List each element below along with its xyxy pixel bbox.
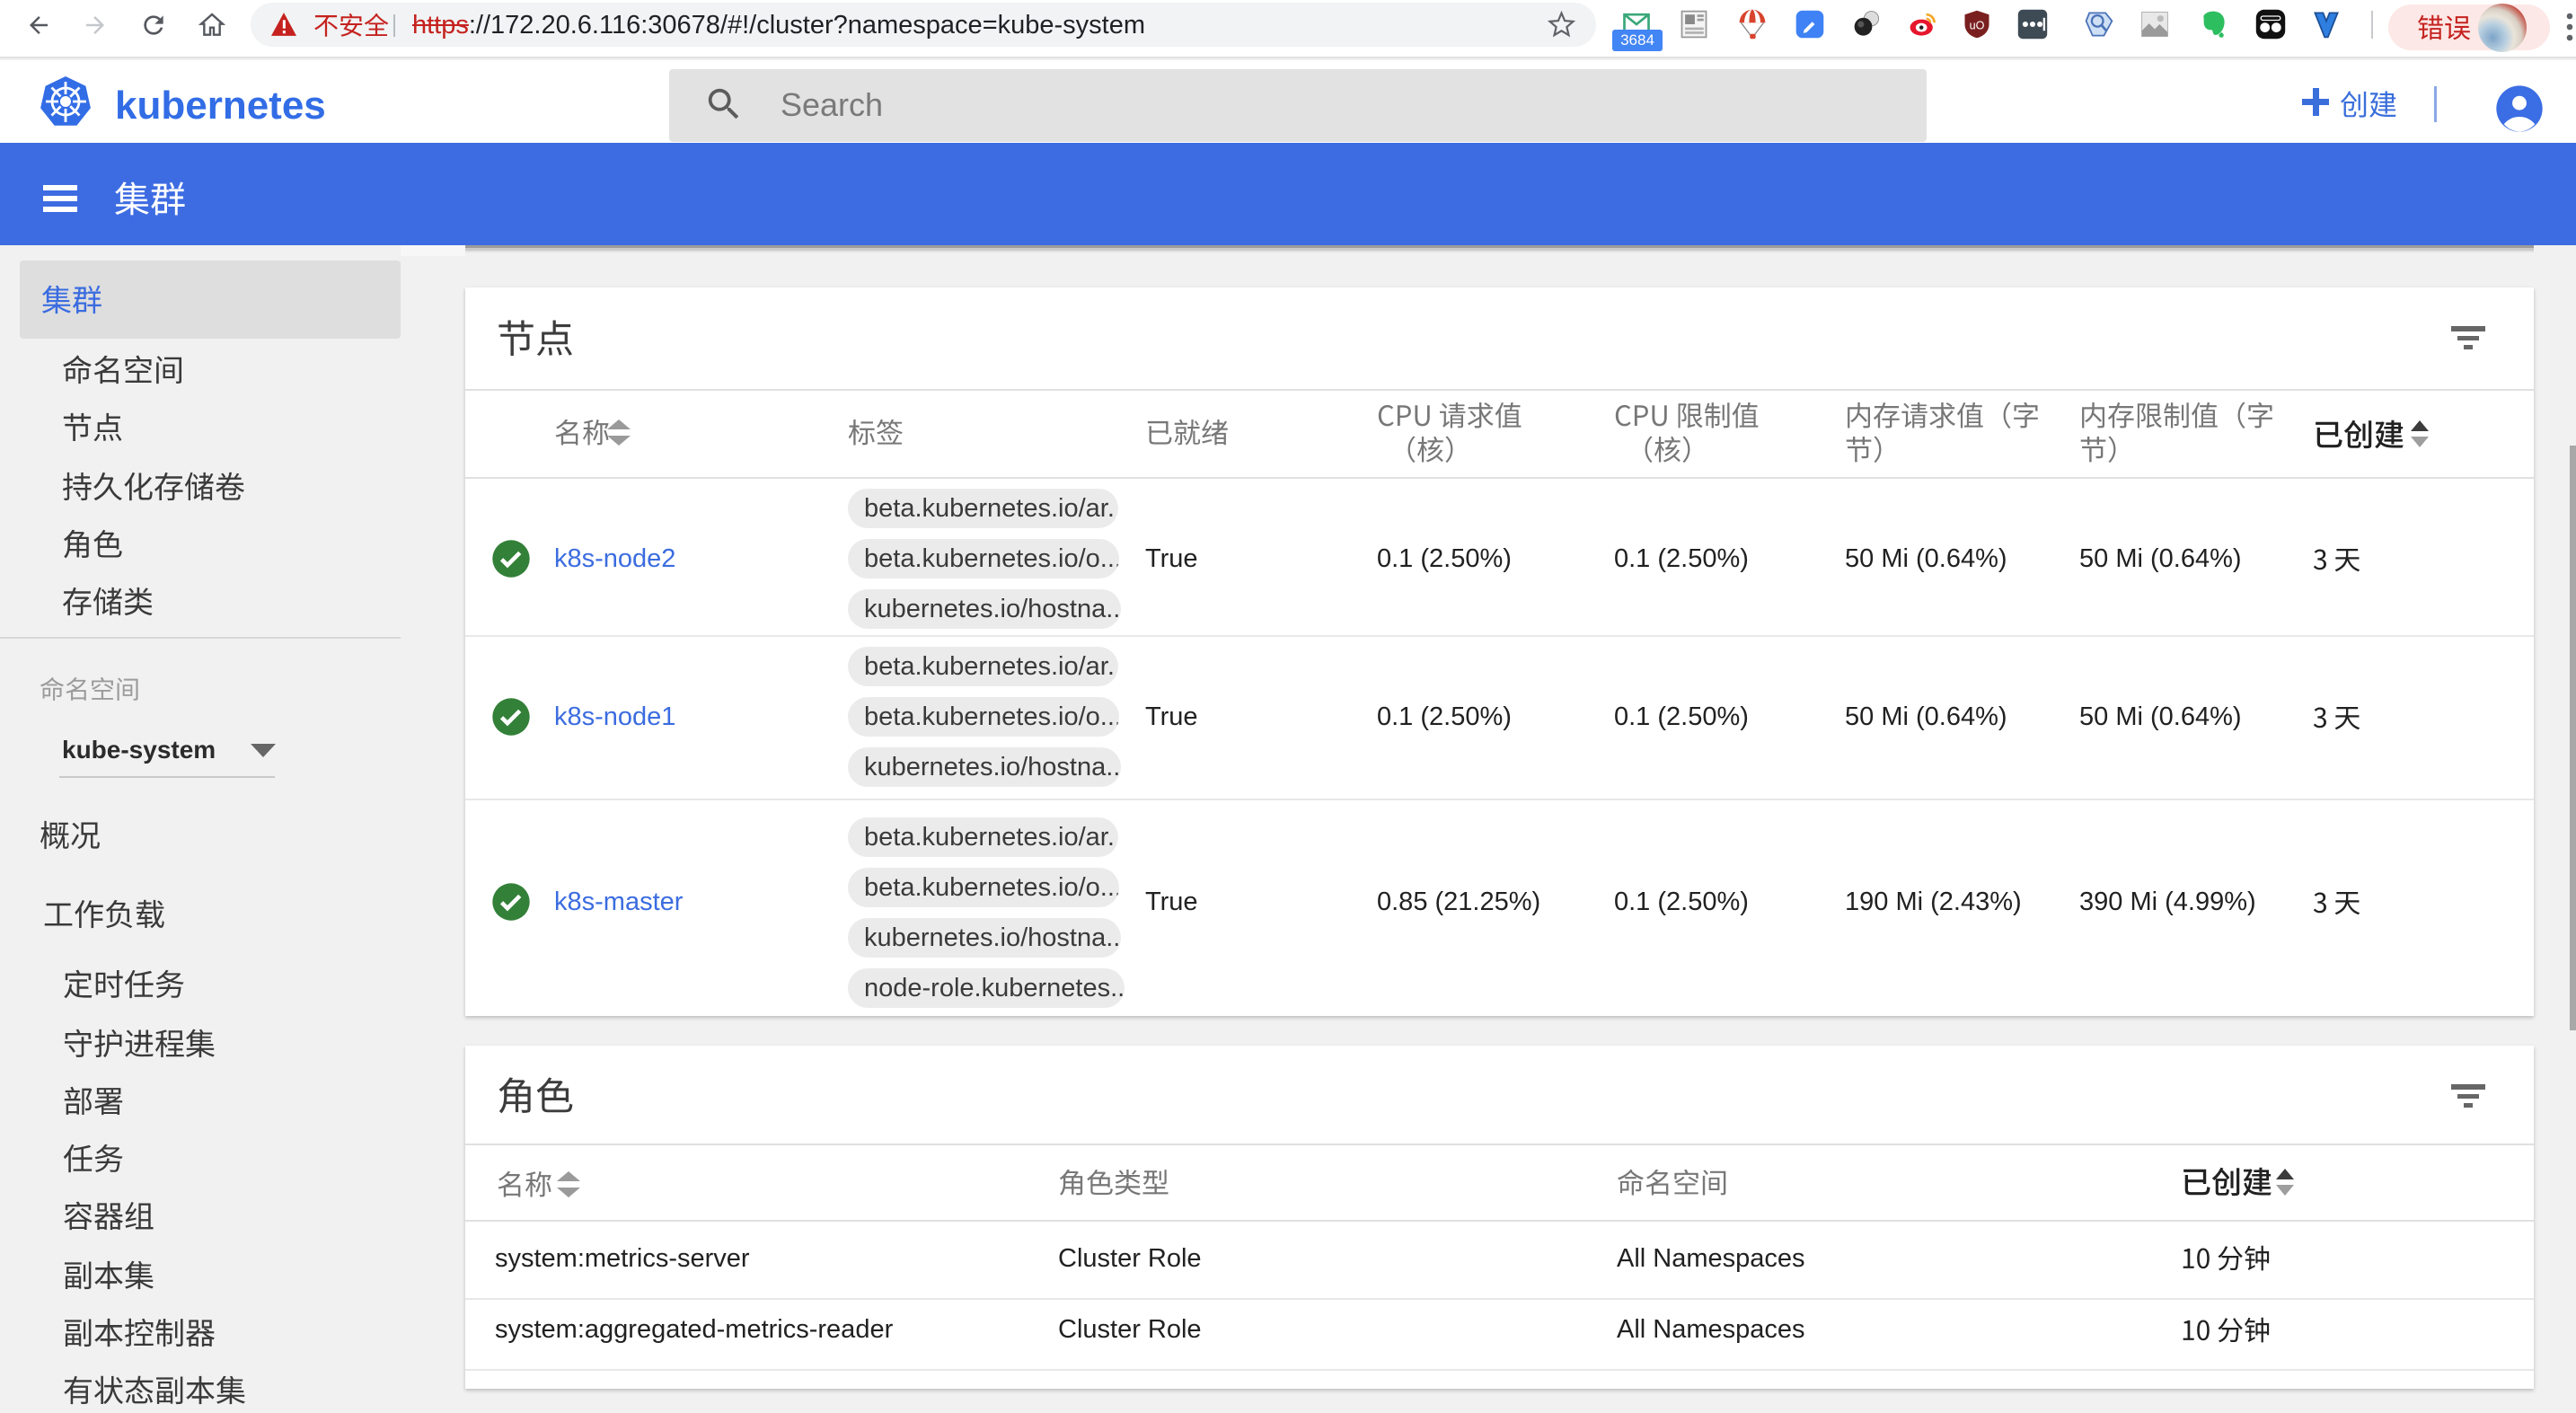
- svg-text:uO: uO: [1970, 19, 1985, 31]
